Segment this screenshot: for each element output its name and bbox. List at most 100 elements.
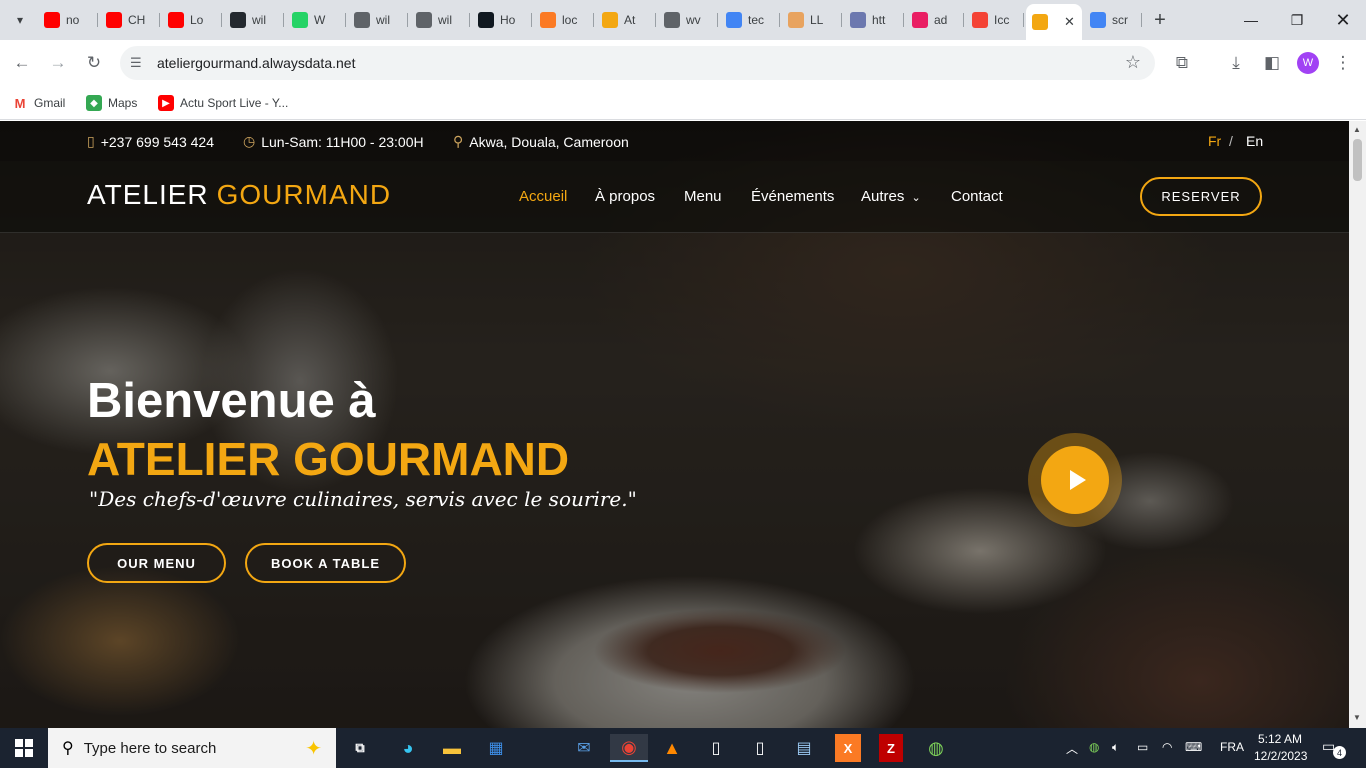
play-video-button[interactable] [1041, 446, 1109, 514]
file-explorer-icon[interactable]: ▬ [436, 734, 468, 762]
download-icon[interactable]: ⤓ [1222, 49, 1250, 77]
tab-separator [531, 13, 532, 27]
browser-tab[interactable]: ad [906, 6, 964, 34]
network-app-icon[interactable]: ▤ [788, 734, 820, 762]
browser-tab[interactable]: At [596, 6, 656, 34]
browser-tab[interactable]: W [286, 6, 346, 34]
tray-overflow-icon[interactable]: ︿ [1066, 740, 1078, 757]
browser-tab[interactable]: Icc [966, 6, 1024, 34]
keyboard-icon[interactable]: ⌨ [1185, 740, 1202, 754]
mail-icon[interactable]: ✉ [568, 734, 600, 762]
tab-search-dropdown-icon[interactable]: ▾ [8, 8, 32, 32]
tab-title: ad [934, 13, 948, 27]
scroll-down-icon[interactable]: ▼ [1353, 713, 1361, 722]
scroll-up-icon[interactable]: ▲ [1353, 125, 1361, 134]
battery-icon[interactable]: ▭ [1137, 740, 1148, 754]
browser-tab[interactable]: wil [224, 6, 284, 34]
vlc-icon[interactable]: ▲ [656, 734, 688, 762]
tab-separator [963, 13, 964, 27]
document-icon-2[interactable]: ▯ [744, 734, 776, 762]
bookmark-maps[interactable]: ◆ Maps [86, 93, 137, 113]
task-view-icon[interactable]: ⧉ [344, 734, 376, 762]
browser-tab[interactable]: CH [100, 6, 160, 34]
tab-separator [717, 13, 718, 27]
hero-quote: "Des chefs-d'œuvre culinaires, servis av… [89, 487, 637, 511]
taskbar-clock[interactable]: 5:12 AM 12/2/2023 [1254, 731, 1308, 765]
site-settings-icon[interactable]: ☰ [130, 55, 150, 71]
notification-center-icon[interactable]: ▭ 4 [1322, 738, 1346, 759]
nav-contact[interactable]: Contact [951, 188, 1003, 205]
filezilla-icon[interactable]: Z [879, 734, 903, 762]
site-logo[interactable]: ATELIER GOURMAND [87, 179, 391, 211]
youtube-icon [106, 12, 122, 28]
nav-a-propos[interactable]: À propos [595, 188, 655, 205]
microsoft-store-icon[interactable]: ▦ [480, 734, 512, 762]
browser-tab[interactable]: no [38, 6, 98, 34]
nav-menu[interactable]: Menu [684, 188, 722, 205]
nav-autres[interactable]: Autres ⌄ [861, 188, 921, 205]
browser-tab[interactable]: Lo [162, 6, 222, 34]
browser-tab[interactable]: wil [348, 6, 408, 34]
tab-title: htt [872, 13, 886, 27]
browser-tab[interactable]: wv [658, 6, 718, 34]
bookmark-gmail[interactable]: M Gmail [12, 93, 66, 113]
bookmark-actu-sport[interactable]: ▶ Actu Sport Live - Y... [158, 93, 288, 113]
wifi-icon[interactable]: ◠ [1162, 740, 1172, 754]
document-icon[interactable]: ▯ [700, 734, 732, 762]
browser-tab[interactable]: LL [782, 6, 842, 34]
lang-fr-link[interactable]: Fr [1208, 133, 1221, 149]
xampp-icon[interactable]: X [835, 734, 861, 762]
chrome-taskbar-icon[interactable]: ◉ [610, 734, 648, 762]
reload-icon[interactable]: ↻ [80, 49, 108, 77]
app-icon[interactable]: ◍ [920, 734, 952, 762]
tray-app-icon[interactable]: ◍ [1089, 740, 1099, 754]
tab-title: wv [686, 13, 701, 27]
extensions-icon[interactable]: ⧉ [1168, 49, 1196, 77]
reserver-button[interactable]: RESERVER [1140, 177, 1262, 216]
restore-icon[interactable]: ❐ [1274, 0, 1320, 40]
forward-icon[interactable]: → [44, 49, 72, 77]
browser-tab[interactable]: ✕ [1026, 4, 1082, 40]
our-menu-button[interactable]: OUR MENU [87, 543, 226, 583]
lang-en-link[interactable]: En [1246, 133, 1263, 149]
tab-separator [655, 13, 656, 27]
browser-tab[interactable]: Ho [472, 6, 532, 34]
page-scrollbar[interactable]: ▲ ▼ [1349, 121, 1366, 728]
window-close-icon[interactable]: ✕ [1320, 0, 1366, 40]
edge-icon[interactable]: ◕ [392, 734, 424, 762]
nav-accueil[interactable]: Accueil [519, 188, 567, 205]
scrollbar-thumb[interactable] [1353, 139, 1362, 181]
profile-avatar[interactable]: W [1297, 52, 1319, 74]
minimize-icon[interactable]: — [1228, 0, 1274, 40]
windows-start-button[interactable] [0, 728, 48, 768]
google-icon [726, 12, 742, 28]
browser-tab[interactable]: loc [534, 6, 594, 34]
browser-tab[interactable]: scr [1084, 6, 1142, 34]
input-language[interactable]: FRA [1220, 740, 1244, 754]
lang-separator: / [1229, 133, 1233, 149]
browser-tab[interactable]: wil [410, 6, 470, 34]
globe-icon [664, 12, 680, 28]
clock-date: 12/2/2023 [1254, 749, 1308, 763]
windows-logo-icon [15, 739, 33, 757]
book-a-table-button[interactable]: BOOK A TABLE [245, 543, 406, 583]
taskbar-search-box[interactable]: ⚲ Type here to search ✦ [48, 728, 336, 768]
address-bar[interactable]: ☰ ateliergourmand.alwaysdata.net ☆ [120, 46, 1155, 80]
tab-separator [593, 13, 594, 27]
chrome-menu-icon[interactable]: ⋮ [1329, 49, 1357, 77]
tab-title: wil [252, 13, 266, 27]
tab-separator [469, 13, 470, 27]
hero-title-line1: Bienvenue à [87, 374, 376, 428]
tab-close-icon[interactable]: ✕ [1064, 14, 1075, 30]
side-panel-icon[interactable]: ◧ [1258, 49, 1286, 77]
browser-tab[interactable]: htt [844, 6, 904, 34]
volume-icon[interactable]: 🔈︎ [1112, 740, 1119, 755]
notification-count: 4 [1333, 746, 1346, 759]
browser-tab[interactable]: tec [720, 6, 780, 34]
new-tab-button[interactable]: + [1147, 7, 1173, 33]
back-icon[interactable]: ← [8, 49, 36, 77]
tab-title: loc [562, 13, 578, 27]
url-text[interactable]: ateliergourmand.alwaysdata.net [157, 55, 355, 71]
nav-evenements[interactable]: Événements [751, 188, 834, 205]
bookmark-star-icon[interactable]: ☆ [1125, 52, 1141, 73]
